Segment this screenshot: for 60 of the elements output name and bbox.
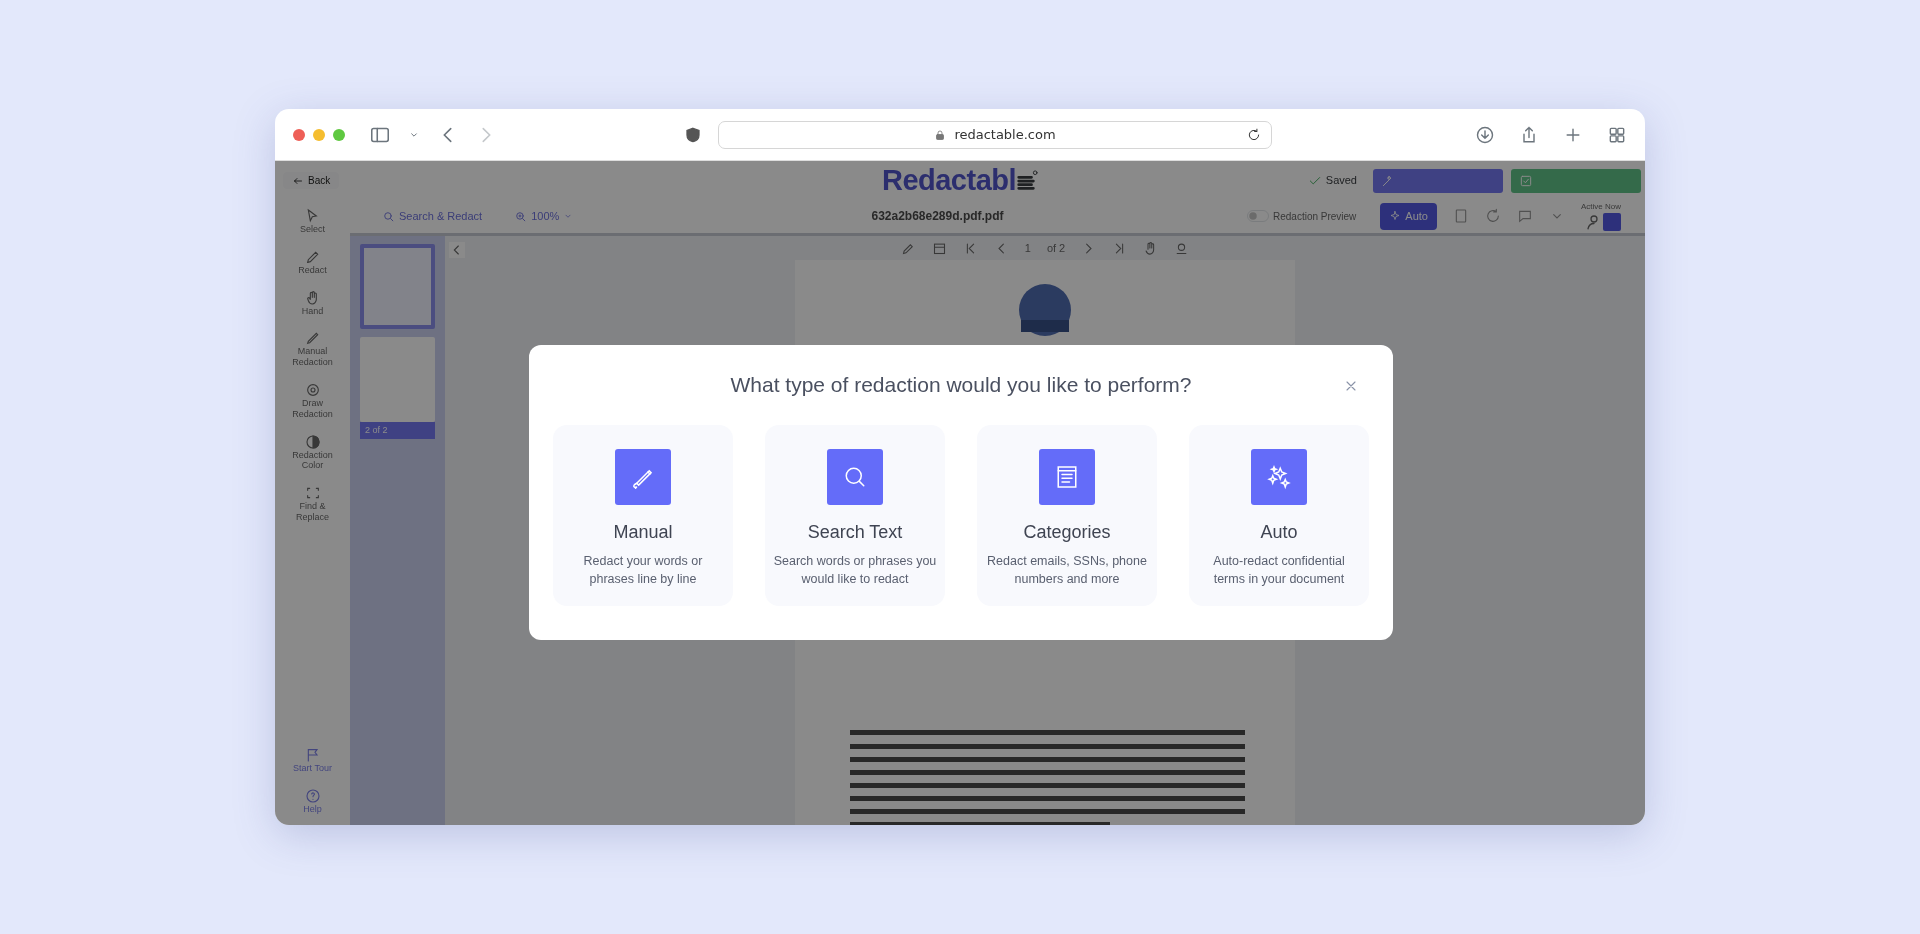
comment-icon[interactable] bbox=[1517, 208, 1533, 225]
shield-icon[interactable] bbox=[684, 125, 702, 144]
redaction-option-card[interactable]: Categories Redact emails, SSNs, phone numbers and more bbox=[977, 424, 1157, 606]
seal-drawing bbox=[1019, 284, 1071, 337]
help-tool-icon bbox=[304, 788, 321, 805]
sidebar-item[interactable]: Find & Replace bbox=[279, 481, 346, 527]
reload-icon[interactable] bbox=[1247, 127, 1261, 142]
confirm-button[interactable] bbox=[1511, 168, 1641, 193]
page-total: of 2 bbox=[1046, 240, 1066, 256]
sidebar-item[interactable]: Start Tour bbox=[279, 743, 346, 779]
check-square-icon bbox=[1519, 173, 1533, 188]
sidebar-item[interactable]: Help bbox=[279, 784, 346, 819]
lock-icon bbox=[934, 128, 947, 141]
redaction-option-card[interactable]: Auto Auto-redact confidential terms in your document bbox=[1189, 424, 1369, 606]
file-name: 632a2b68e289d.pdf.pdf bbox=[871, 208, 1004, 226]
sidebar-item[interactable]: Redaction Color bbox=[279, 429, 346, 476]
page-thumbnail[interactable] bbox=[360, 243, 435, 329]
address-bar[interactable]: redactable.com bbox=[718, 120, 1272, 149]
zoom-dropdown[interactable]: 100% bbox=[506, 204, 582, 229]
auto-button[interactable]: Auto bbox=[1380, 203, 1437, 230]
sidebar-item[interactable]: Select bbox=[279, 204, 346, 239]
sparkle-icon bbox=[1389, 210, 1402, 223]
option-description: Search words or phrases you would like to redact bbox=[773, 552, 937, 588]
page-number[interactable]: 1 bbox=[1024, 239, 1031, 257]
search-icon bbox=[382, 209, 395, 223]
sidebar-item[interactable]: Manual Redaction bbox=[279, 326, 346, 372]
search-redact-button[interactable]: Search & Redact bbox=[374, 204, 491, 229]
logo-text: Redactabl bbox=[881, 162, 1017, 198]
manual-tool-icon bbox=[304, 330, 321, 347]
color-tool-icon bbox=[304, 433, 321, 450]
zoom-icon bbox=[514, 209, 528, 223]
window-control-button[interactable] bbox=[313, 128, 325, 141]
option-title: Search Text bbox=[807, 520, 903, 544]
logo-bars-icon bbox=[1016, 168, 1039, 193]
option-title: Auto bbox=[1260, 520, 1298, 544]
saved-status: Saved bbox=[1325, 173, 1357, 189]
draw-tool-icon bbox=[304, 382, 321, 398]
modal-title: What type of redaction would you like to perform? bbox=[730, 372, 1192, 398]
option-title: Categories bbox=[1023, 520, 1111, 544]
option-description: Redact your words or phrases line by line bbox=[582, 552, 704, 588]
page-icon[interactable] bbox=[1453, 208, 1469, 225]
sidebar-item[interactable]: Hand bbox=[279, 285, 346, 321]
download-icon[interactable] bbox=[1475, 124, 1495, 145]
page-thumbnail[interactable] bbox=[360, 336, 435, 422]
rotate-icon[interactable] bbox=[1485, 208, 1501, 225]
preview-label: Redaction Preview bbox=[1272, 209, 1357, 224]
option-description: Auto-redact confidential terms in your document bbox=[1212, 552, 1346, 588]
window-control-button[interactable] bbox=[333, 128, 345, 141]
redaction-option-card[interactable]: Search Text Search words or phrases you would like to redact bbox=[765, 424, 945, 606]
option-title: Manual bbox=[613, 520, 673, 544]
active-now-label: Active Now bbox=[1581, 201, 1621, 214]
sidebar-item[interactable]: Redact bbox=[279, 244, 346, 280]
avatar-square bbox=[1603, 213, 1621, 232]
url-text: redactable.com bbox=[954, 125, 1056, 144]
window-control-button[interactable] bbox=[293, 128, 305, 141]
sidebar-item[interactable]: Draw Redaction bbox=[279, 378, 346, 424]
preview-toggle[interactable] bbox=[1246, 210, 1269, 223]
option-description: Redact emails, SSNs, phone numbers and more bbox=[986, 552, 1148, 588]
wizard-button[interactable] bbox=[1373, 168, 1503, 193]
redaction-option-card[interactable]: Manual Redact your words or phrases line by line bbox=[553, 424, 733, 606]
